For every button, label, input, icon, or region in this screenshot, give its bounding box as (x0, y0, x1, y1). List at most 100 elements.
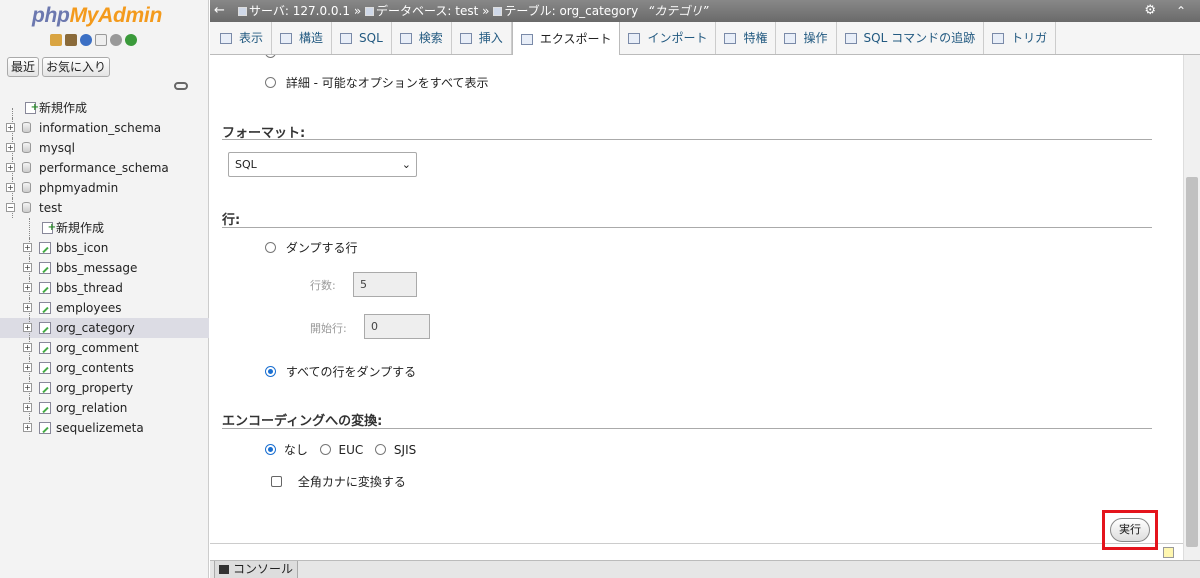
radio-enc-sjis[interactable] (375, 444, 387, 455)
tab-4[interactable]: 挿入 (452, 22, 512, 54)
phpmyadmin-logo[interactable]: phpMyAdmin (32, 4, 162, 28)
radio-quick[interactable] (265, 55, 276, 58)
breadcrumb-database[interactable]: データベース: test (376, 4, 478, 18)
go-button[interactable]: 実行 (1110, 518, 1150, 542)
kana-row: 全角カナに変換する (271, 473, 406, 490)
reload-icon[interactable] (125, 34, 137, 46)
home-icon[interactable] (50, 34, 62, 46)
tree-item-label: org_contents (56, 361, 134, 375)
recent-button[interactable]: 最近 (7, 57, 40, 77)
encoding-heading: エンコーディングへの変換: (222, 414, 383, 429)
tab-2[interactable]: SQL (332, 22, 392, 54)
expand-icon[interactable]: + (23, 303, 32, 312)
breadcrumb-server[interactable]: サーバ: 127.0.0.1 (249, 4, 350, 18)
radio-dump-all[interactable] (265, 366, 276, 377)
breadcrumb-table[interactable]: テーブル: org_category (504, 4, 638, 18)
tree-item[interactable]: 新規作成 (0, 218, 209, 238)
radio-custom[interactable] (265, 77, 276, 88)
tab-3[interactable]: 検索 (392, 22, 452, 54)
row-count-input[interactable]: 5 (353, 272, 417, 297)
tree-item[interactable]: + org_comment (0, 338, 209, 358)
expand-icon[interactable]: + (23, 343, 32, 352)
tab-icon (520, 33, 533, 45)
back-arrow-icon[interactable]: ← (214, 0, 225, 22)
tree-item[interactable]: + performance_schema (0, 158, 209, 178)
new-item-icon (25, 98, 39, 118)
tree-item[interactable]: + org_relation (0, 398, 209, 418)
link-icon[interactable] (174, 82, 188, 90)
expand-icon[interactable]: + (23, 323, 32, 332)
expand-icon[interactable]: + (6, 183, 15, 192)
settings-icon[interactable] (110, 34, 122, 46)
tree-item[interactable]: + sequelizemeta (0, 418, 209, 438)
expand-icon[interactable]: + (23, 243, 32, 252)
divider (222, 428, 1152, 429)
tree-item-label: bbs_message (56, 261, 138, 275)
tree-item[interactable]: + org_contents (0, 358, 209, 378)
tab-7[interactable]: 特権 (716, 22, 777, 54)
scrollbar[interactable] (1183, 55, 1200, 560)
tab-5[interactable]: エクスポート (511, 22, 621, 56)
scrollbar-thumb[interactable] (1186, 177, 1198, 547)
expand-icon[interactable]: + (23, 403, 32, 412)
tab-10[interactable]: トリガ (984, 22, 1057, 54)
tree-item[interactable]: + employees (0, 298, 209, 318)
tree-item[interactable]: + org_property (0, 378, 209, 398)
tree-item[interactable]: + bbs_icon (0, 238, 209, 258)
docs-icon[interactable] (95, 34, 107, 46)
tab-9[interactable]: SQL コマンドの追跡 (837, 22, 985, 54)
dump-all-label[interactable]: すべての行をダンプする (286, 365, 416, 379)
expand-icon[interactable]: + (6, 163, 15, 172)
enc-euc-label[interactable]: EUC (339, 443, 364, 457)
kana-checkbox[interactable] (271, 476, 282, 487)
table-icon (39, 282, 51, 294)
collapse-icon[interactable]: ⌃ (1176, 0, 1186, 22)
tree-item[interactable]: + org_category (0, 318, 209, 338)
tree-item-label: 新規作成 (56, 221, 105, 235)
expand-icon[interactable]: + (6, 143, 15, 152)
expand-icon[interactable]: + (23, 363, 32, 372)
format-select[interactable]: SQL ⌄ (228, 152, 417, 177)
console-label: コンソール (233, 562, 294, 576)
tree-item[interactable]: 新規作成 (0, 98, 209, 118)
help-icon[interactable] (80, 34, 92, 46)
expand-icon[interactable]: + (23, 383, 32, 392)
dump-some-label[interactable]: ダンプする行 (286, 241, 358, 255)
start-row-input[interactable]: 0 (364, 314, 430, 339)
divider (222, 139, 1152, 140)
enc-sjis-label[interactable]: SJIS (394, 443, 416, 457)
tree-item[interactable]: + mysql (0, 138, 209, 158)
divider (210, 543, 1183, 544)
gear-icon[interactable]: ⚙ (1144, 0, 1156, 22)
radio-enc-none[interactable] (265, 444, 276, 455)
kana-label[interactable]: 全角カナに変換する (298, 475, 406, 489)
tab-8[interactable]: 操作 (776, 22, 837, 54)
expand-icon[interactable]: + (23, 283, 32, 292)
favorites-button[interactable]: お気に入り (42, 57, 111, 77)
tree-item[interactable]: + bbs_message (0, 258, 209, 278)
tree-item[interactable]: + information_schema (0, 118, 209, 138)
console-toggle[interactable]: コンソール (214, 561, 299, 578)
tree-item[interactable]: + bbs_thread (0, 278, 209, 298)
radio-enc-euc[interactable] (319, 444, 331, 455)
rows-heading: 行: (222, 213, 241, 228)
tab-label: トリガ (1011, 31, 1048, 45)
table-icon (39, 362, 51, 374)
tree-item-label: mysql (39, 141, 75, 155)
tree-item-label: information_schema (39, 121, 162, 135)
tab-0[interactable]: 表示 (212, 22, 273, 54)
tab-6[interactable]: インポート (620, 22, 717, 54)
tree-item[interactable]: + phpmyadmin (0, 178, 209, 198)
expand-icon[interactable]: + (23, 263, 32, 272)
radio-dump-some[interactable] (265, 242, 276, 253)
logout-icon[interactable] (65, 34, 77, 46)
custom-option-label[interactable]: 詳細 - 可能なオプションをすべて表示 (286, 76, 489, 90)
expand-icon[interactable]: + (6, 123, 15, 132)
collapse-icon[interactable]: − (6, 203, 15, 212)
tab-icon (220, 32, 232, 44)
tree-item[interactable]: − test (0, 198, 209, 218)
enc-none-label[interactable]: なし (284, 443, 308, 457)
page-settings-icon[interactable] (1163, 547, 1174, 558)
expand-icon[interactable]: + (23, 423, 32, 432)
tab-1[interactable]: 構造 (272, 22, 333, 54)
